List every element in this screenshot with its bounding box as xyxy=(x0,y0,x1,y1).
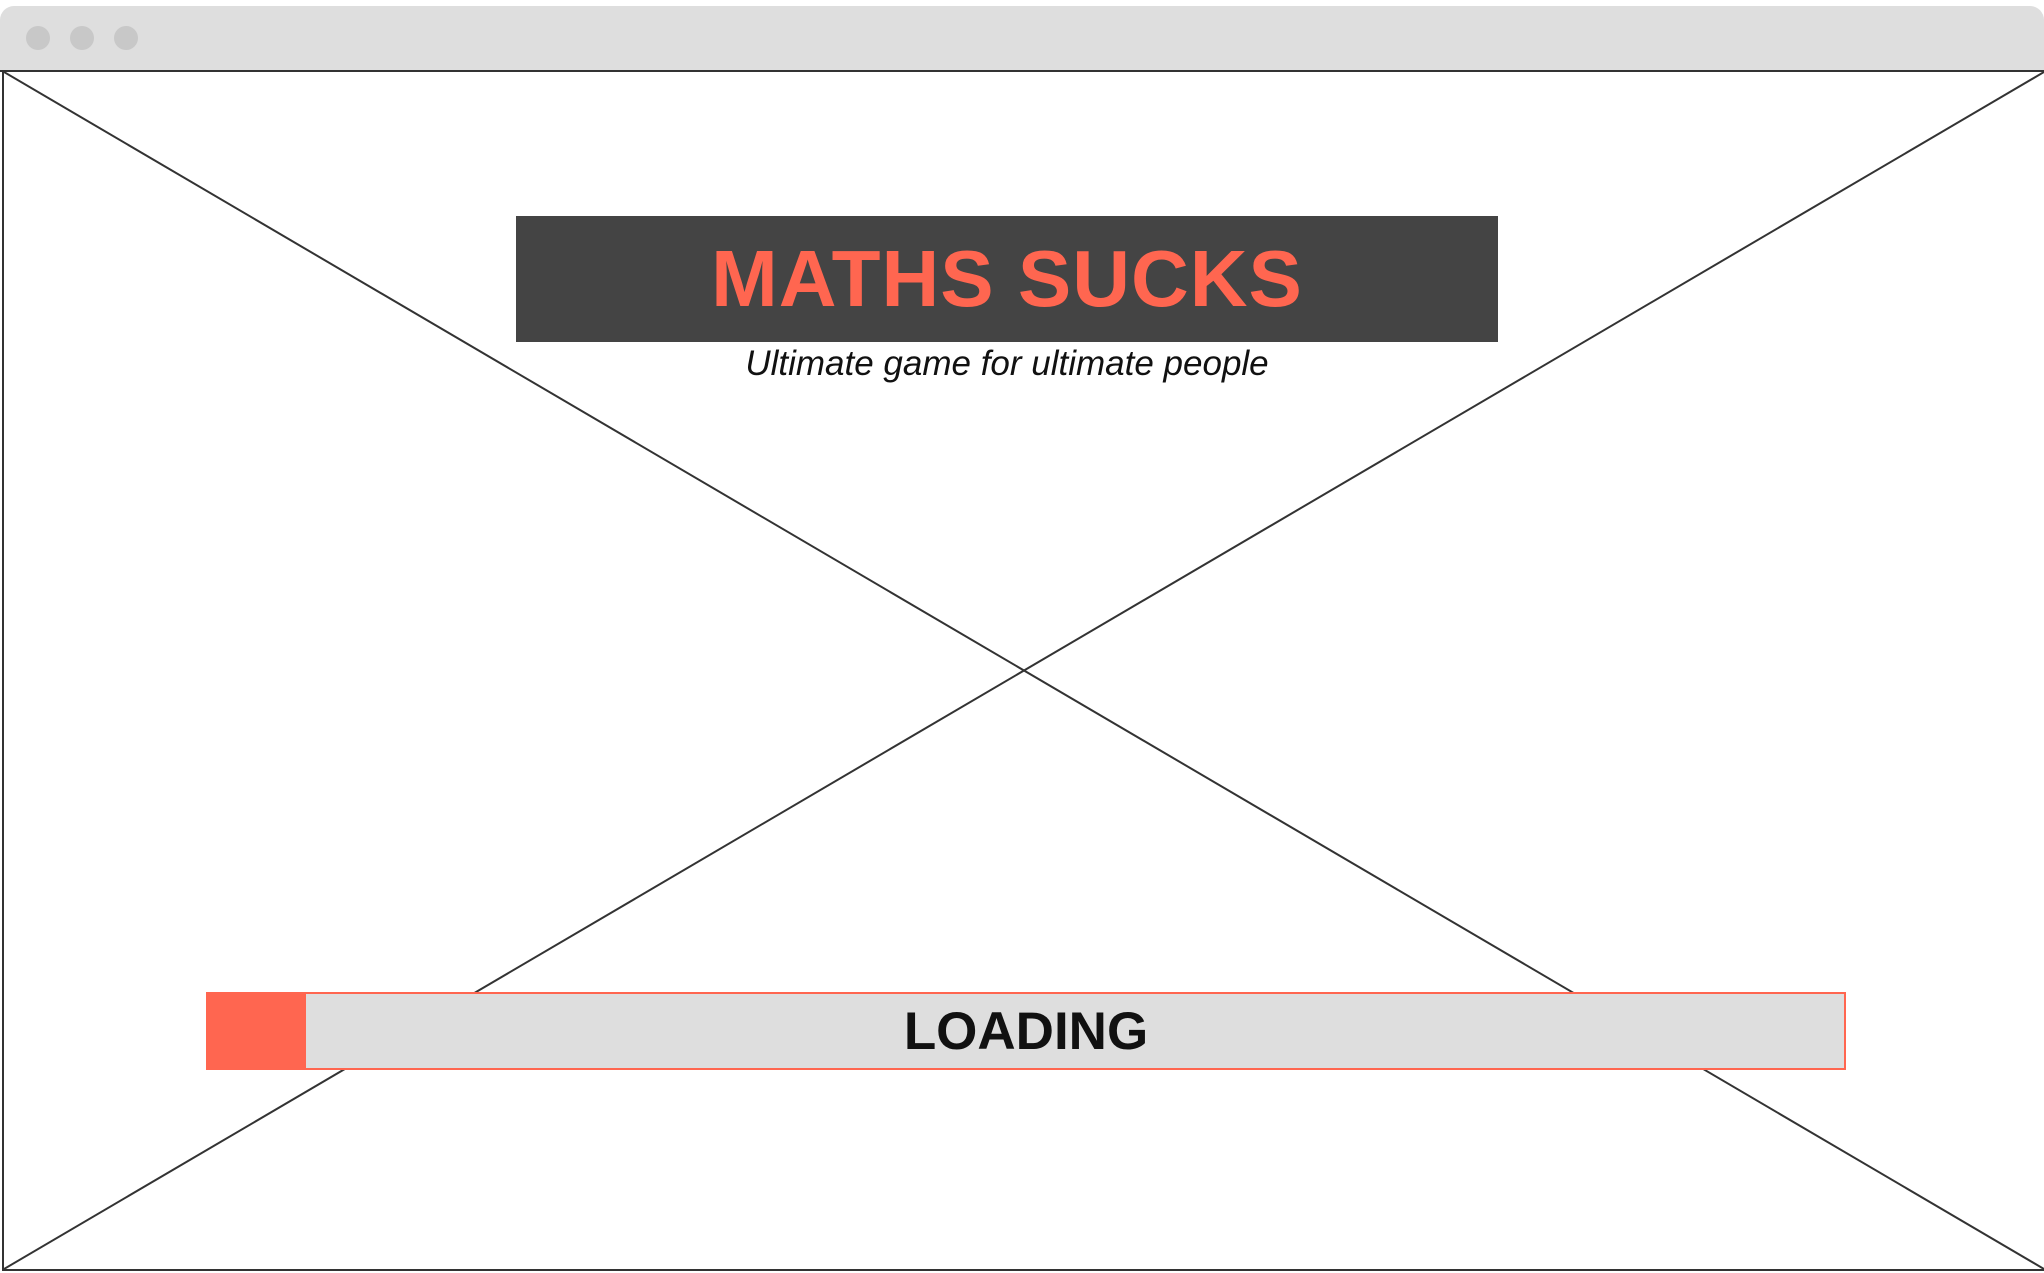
page-content: MATHS SUCKS Ultimate game for ultimate p… xyxy=(2,72,2044,1271)
game-title: MATHS SUCKS xyxy=(711,234,1303,323)
window-titlebar xyxy=(0,6,2044,72)
window-close-button[interactable] xyxy=(26,26,50,50)
window-maximize-button[interactable] xyxy=(114,26,138,50)
title-banner: MATHS SUCKS xyxy=(516,216,1498,342)
game-subtitle: Ultimate game for ultimate people xyxy=(745,344,1269,383)
browser-window: MATHS SUCKS Ultimate game for ultimate p… xyxy=(0,6,2044,1273)
window-minimize-button[interactable] xyxy=(70,26,94,50)
loading-progress-bar: LOADING xyxy=(206,992,1846,1070)
loading-label: LOADING xyxy=(903,1001,1149,1061)
